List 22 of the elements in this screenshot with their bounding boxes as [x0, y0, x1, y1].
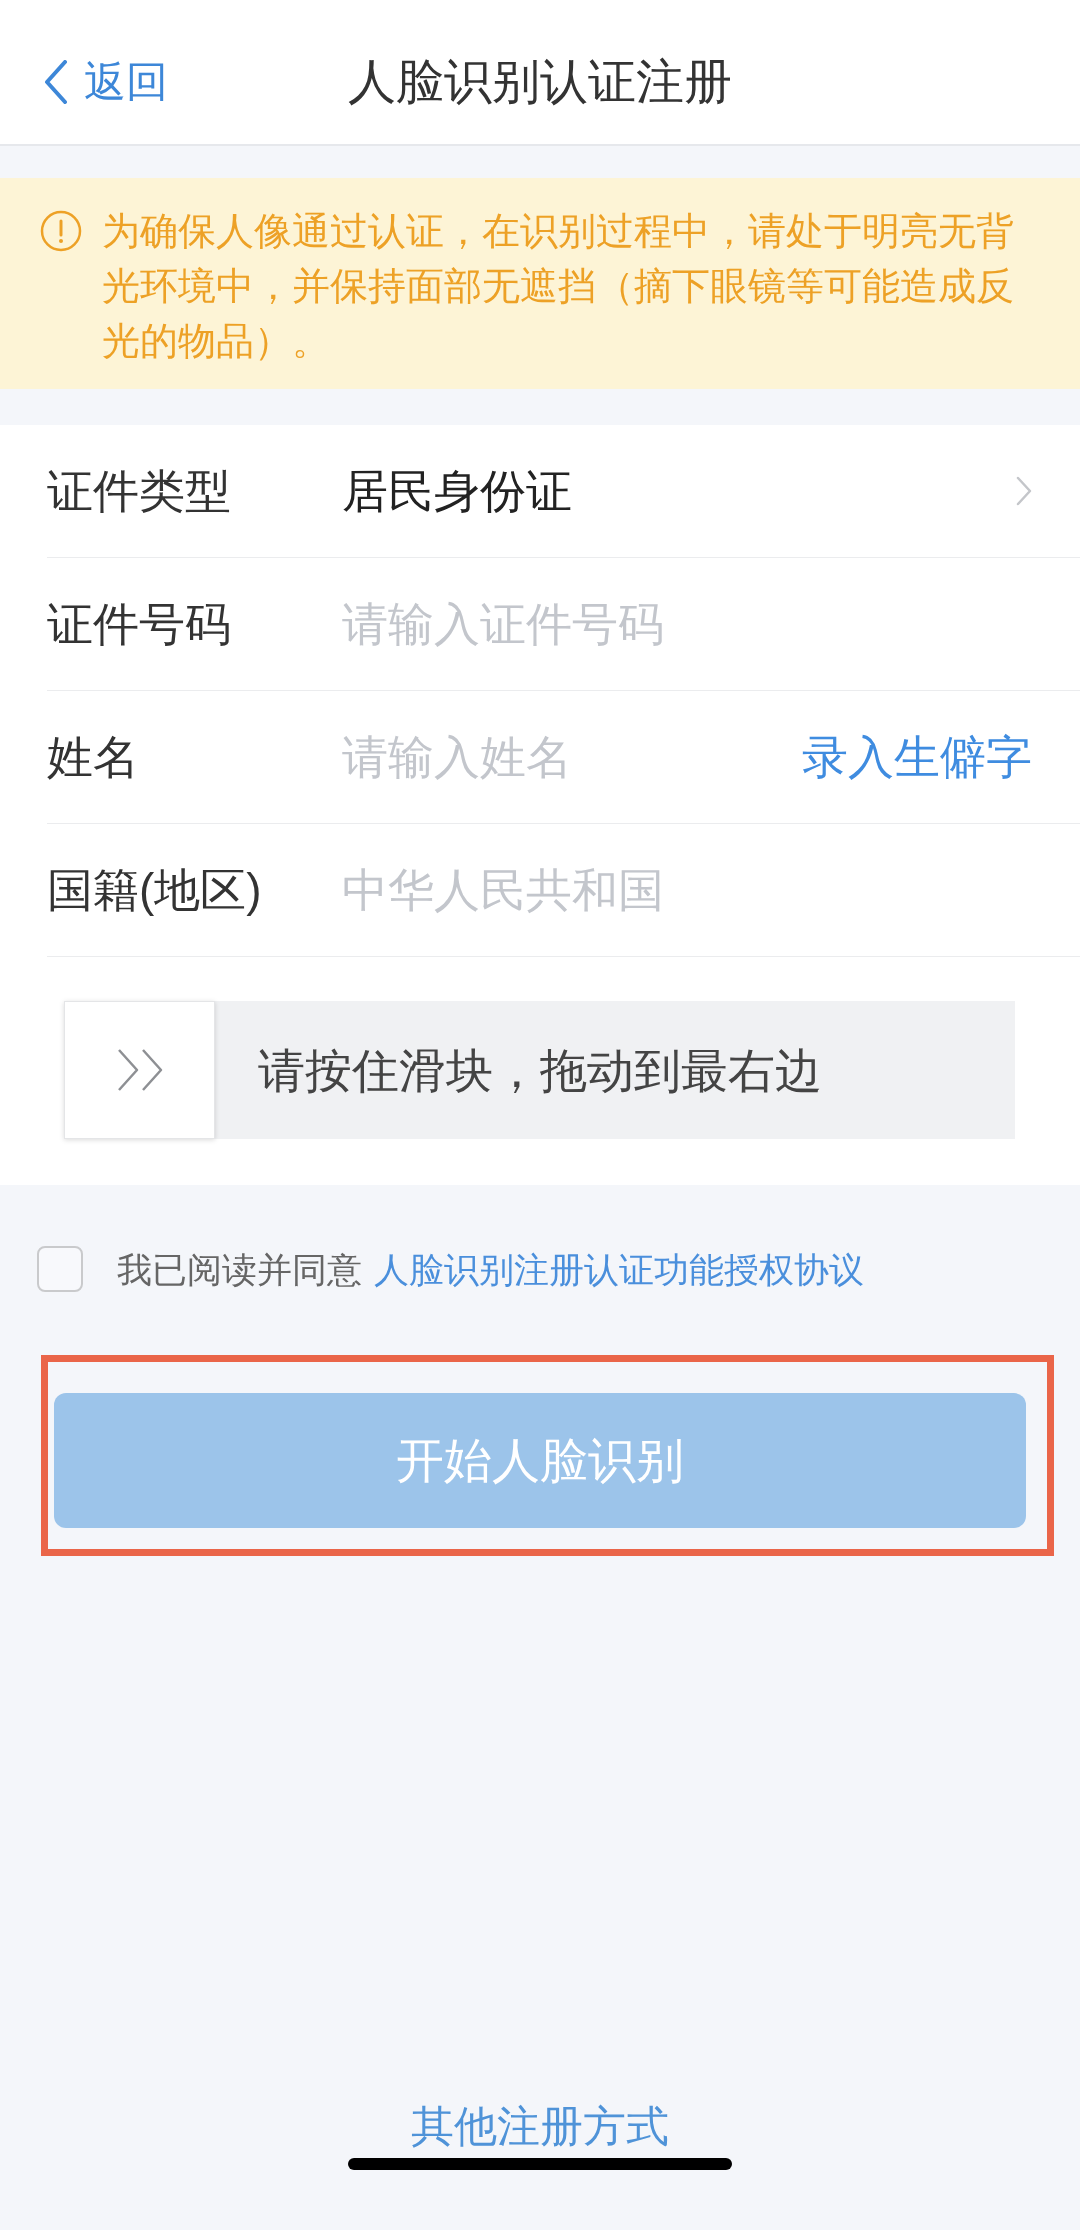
back-chevron-icon [44, 60, 68, 104]
notice-text: 为确保人像通过认证，在识别过程中，请处于明亮无背光环境中，并保持面部无遮挡（摘下眼镜等可能造成反光的物品）。 [102, 209, 1015, 364]
warning-icon [40, 210, 82, 252]
field-label: 姓名 [47, 734, 140, 780]
double-chevron-icon [115, 1047, 164, 1093]
agreement-checkbox[interactable] [37, 1246, 83, 1292]
id-type-select[interactable]: 居民身份证 [342, 425, 1032, 557]
text-input-field[interactable]: 中华人民共和国 [342, 850, 1032, 930]
field-label: 证件类型 [47, 468, 232, 514]
chevron-right-icon [1016, 476, 1032, 506]
page-title: 人脸识别认证注册 [348, 58, 732, 106]
slider-hint-text: 请按住滑块，拖动到最右边 [258, 1046, 822, 1094]
agreement-text: 我已阅读并同意 [117, 1251, 362, 1287]
back-button[interactable]: 返回 [44, 60, 168, 104]
field-label: 证件号码 [47, 601, 232, 647]
other-registration-link[interactable]: 其他注册方式 [411, 2096, 669, 2156]
text-input-field[interactable]: 请输入姓名 [342, 717, 802, 797]
agreement-link[interactable]: 人脸识别注册认证功能授权协议 [374, 1251, 864, 1287]
text-input-field[interactable]: 请输入证件号码 [342, 584, 1032, 664]
slider-track[interactable]: 请按住滑块，拖动到最右边 [64, 1001, 1015, 1139]
rare-character-link[interactable]: 录入生僻字 [802, 734, 1032, 780]
slider-thumb[interactable] [64, 1001, 215, 1139]
